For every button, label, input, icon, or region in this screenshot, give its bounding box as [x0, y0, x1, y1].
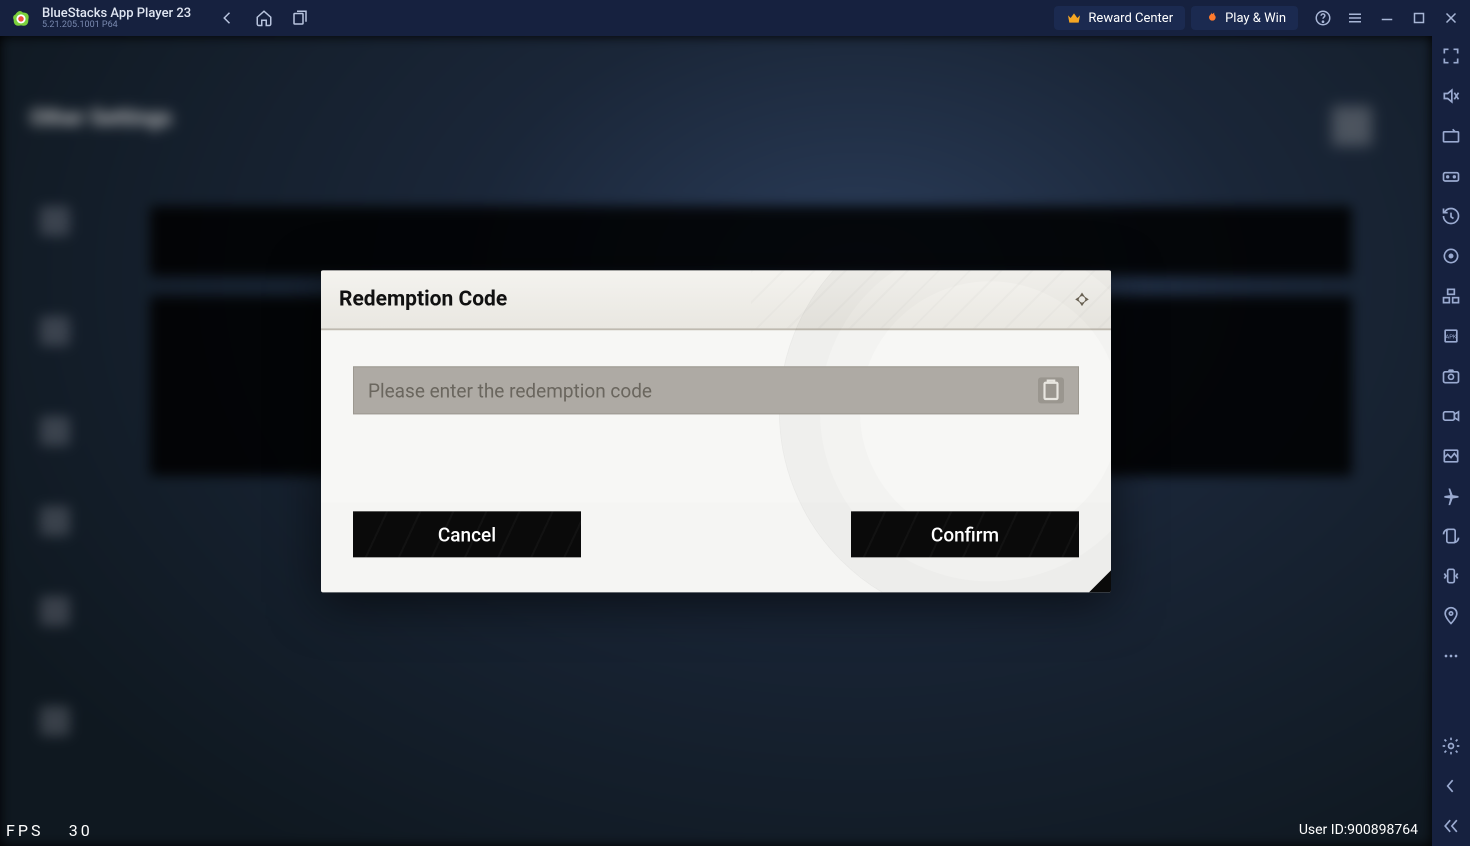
- volume-icon[interactable]: [1441, 86, 1461, 106]
- svg-text:APK: APK: [1445, 335, 1456, 341]
- maximize-button[interactable]: [1410, 9, 1428, 27]
- confirm-button-label: Confirm: [931, 523, 999, 546]
- redemption-code-field[interactable]: [353, 366, 1079, 414]
- sync-icon[interactable]: [1441, 246, 1461, 266]
- modal-body: [321, 330, 1111, 502]
- redemption-modal: Redemption Code Cancel Confirm: [321, 270, 1111, 592]
- crown-icon: [1066, 10, 1082, 26]
- modal-header: Redemption Code: [321, 270, 1111, 330]
- app-title: BlueStacks App Player 23: [42, 7, 191, 20]
- keymap-icon[interactable]: [1441, 126, 1461, 146]
- settings-icon[interactable]: [1441, 736, 1461, 756]
- media-icon[interactable]: [1441, 446, 1461, 466]
- user-id-display: User ID:900898764: [1299, 822, 1418, 838]
- paste-icon[interactable]: [1038, 377, 1064, 403]
- modal-close-button[interactable]: [1065, 282, 1099, 316]
- help-button[interactable]: [1314, 9, 1332, 27]
- play-and-win-button[interactable]: Play & Win: [1191, 6, 1298, 30]
- bg-settings-title: Other Settings: [30, 106, 172, 131]
- collapse-toolbar-icon[interactable]: [1441, 816, 1461, 836]
- collapse-back-icon[interactable]: [1441, 776, 1461, 796]
- titlebar: BlueStacks App Player 23 5.21.205.1001 P…: [0, 0, 1470, 36]
- cancel-button-label: Cancel: [438, 523, 496, 546]
- history-icon[interactable]: [1441, 206, 1461, 226]
- redemption-code-input[interactable]: [368, 379, 1038, 402]
- fps-counter: FPS 30: [6, 821, 93, 840]
- app-subtitle: 5.21.205.1001 P64: [42, 21, 191, 30]
- shake-icon[interactable]: [1441, 566, 1461, 586]
- controls-editor-icon[interactable]: [1441, 166, 1461, 186]
- bg-close-icon: [1332, 106, 1372, 146]
- fire-icon: [1203, 10, 1219, 26]
- close-window-button[interactable]: [1442, 9, 1460, 27]
- airplane-icon[interactable]: [1441, 486, 1461, 506]
- record-icon[interactable]: [1441, 406, 1461, 426]
- fullscreen-icon[interactable]: [1441, 46, 1461, 66]
- location-icon[interactable]: [1441, 606, 1461, 626]
- game-viewport: Other Settings FPS 30 User ID:900898764 …: [0, 36, 1432, 846]
- user-id-label: User ID:: [1299, 822, 1347, 838]
- cancel-button[interactable]: Cancel: [353, 511, 581, 557]
- title-block: BlueStacks App Player 23 5.21.205.1001 P…: [42, 7, 191, 30]
- fps-label: FPS: [6, 821, 43, 840]
- more-icon[interactable]: [1441, 646, 1461, 666]
- play-and-win-label: Play & Win: [1225, 11, 1286, 26]
- confirm-button[interactable]: Confirm: [851, 511, 1079, 557]
- home-button[interactable]: [255, 9, 273, 27]
- fps-value: 30: [69, 821, 93, 840]
- back-button[interactable]: [219, 9, 237, 27]
- recents-button[interactable]: [291, 9, 309, 27]
- menu-button[interactable]: [1346, 9, 1364, 27]
- modal-footer: Cancel Confirm: [321, 502, 1111, 592]
- apk-install-icon[interactable]: APK: [1441, 326, 1461, 346]
- modal-title: Redemption Code: [339, 287, 507, 311]
- screenshot-icon[interactable]: [1441, 366, 1461, 386]
- side-toolbar: APK: [1432, 36, 1470, 846]
- modal-corner-decoration: [1089, 570, 1111, 592]
- bluestacks-logo-icon: [10, 7, 32, 29]
- reward-center-button[interactable]: Reward Center: [1054, 6, 1185, 30]
- rotate-icon[interactable]: [1441, 526, 1461, 546]
- minimize-button[interactable]: [1378, 9, 1396, 27]
- reward-center-label: Reward Center: [1088, 11, 1173, 26]
- user-id-value: 900898764: [1347, 822, 1418, 838]
- multi-instance-icon[interactable]: [1441, 286, 1461, 306]
